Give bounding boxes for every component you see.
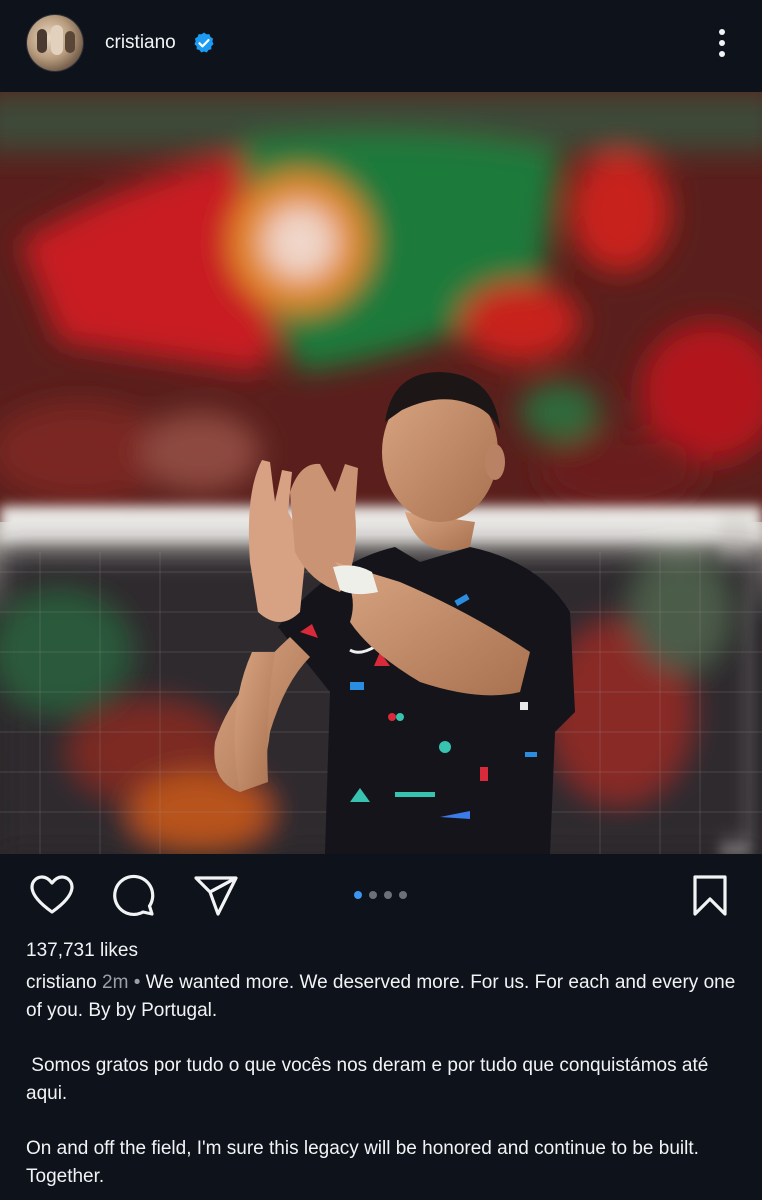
caption-time: 2m bbox=[102, 972, 129, 993]
carousel-indicator bbox=[352, 888, 412, 902]
bookmark-icon[interactable] bbox=[686, 872, 734, 920]
caption-username[interactable]: cristiano bbox=[26, 972, 97, 993]
carousel-dot-active bbox=[354, 891, 362, 899]
username[interactable]: cristiano bbox=[105, 32, 176, 54]
profile-avatar[interactable] bbox=[27, 15, 83, 71]
caption-paragraph-3: On and off the field, I'm sure this lega… bbox=[26, 1138, 699, 1187]
caption-paragraph-2: Somos gratos por tudo o que vocês nos de… bbox=[26, 1055, 714, 1104]
verified-badge-icon bbox=[194, 32, 214, 53]
heart-icon[interactable] bbox=[28, 872, 76, 920]
caption-paragraph-1: cristiano 2m • We wanted more. We deserv… bbox=[26, 969, 744, 1025]
post-header: cristiano bbox=[0, 0, 762, 92]
more-vertical-icon[interactable] bbox=[706, 26, 738, 62]
comment-icon[interactable] bbox=[110, 872, 158, 920]
caption-separator: • bbox=[133, 972, 141, 993]
post-photo-illustration bbox=[0, 92, 762, 854]
send-icon[interactable] bbox=[192, 872, 240, 920]
post-caption: cristiano 2m • We wanted more. We deserv… bbox=[26, 969, 744, 1191]
carousel-dot bbox=[384, 891, 392, 899]
carousel-dot bbox=[369, 891, 377, 899]
likes-count[interactable]: 137,731 likes bbox=[26, 940, 138, 962]
carousel-dot bbox=[399, 891, 407, 899]
post-photo[interactable] bbox=[0, 92, 762, 854]
caption-text-1: We wanted more. We deserved more. For us… bbox=[26, 972, 736, 1021]
